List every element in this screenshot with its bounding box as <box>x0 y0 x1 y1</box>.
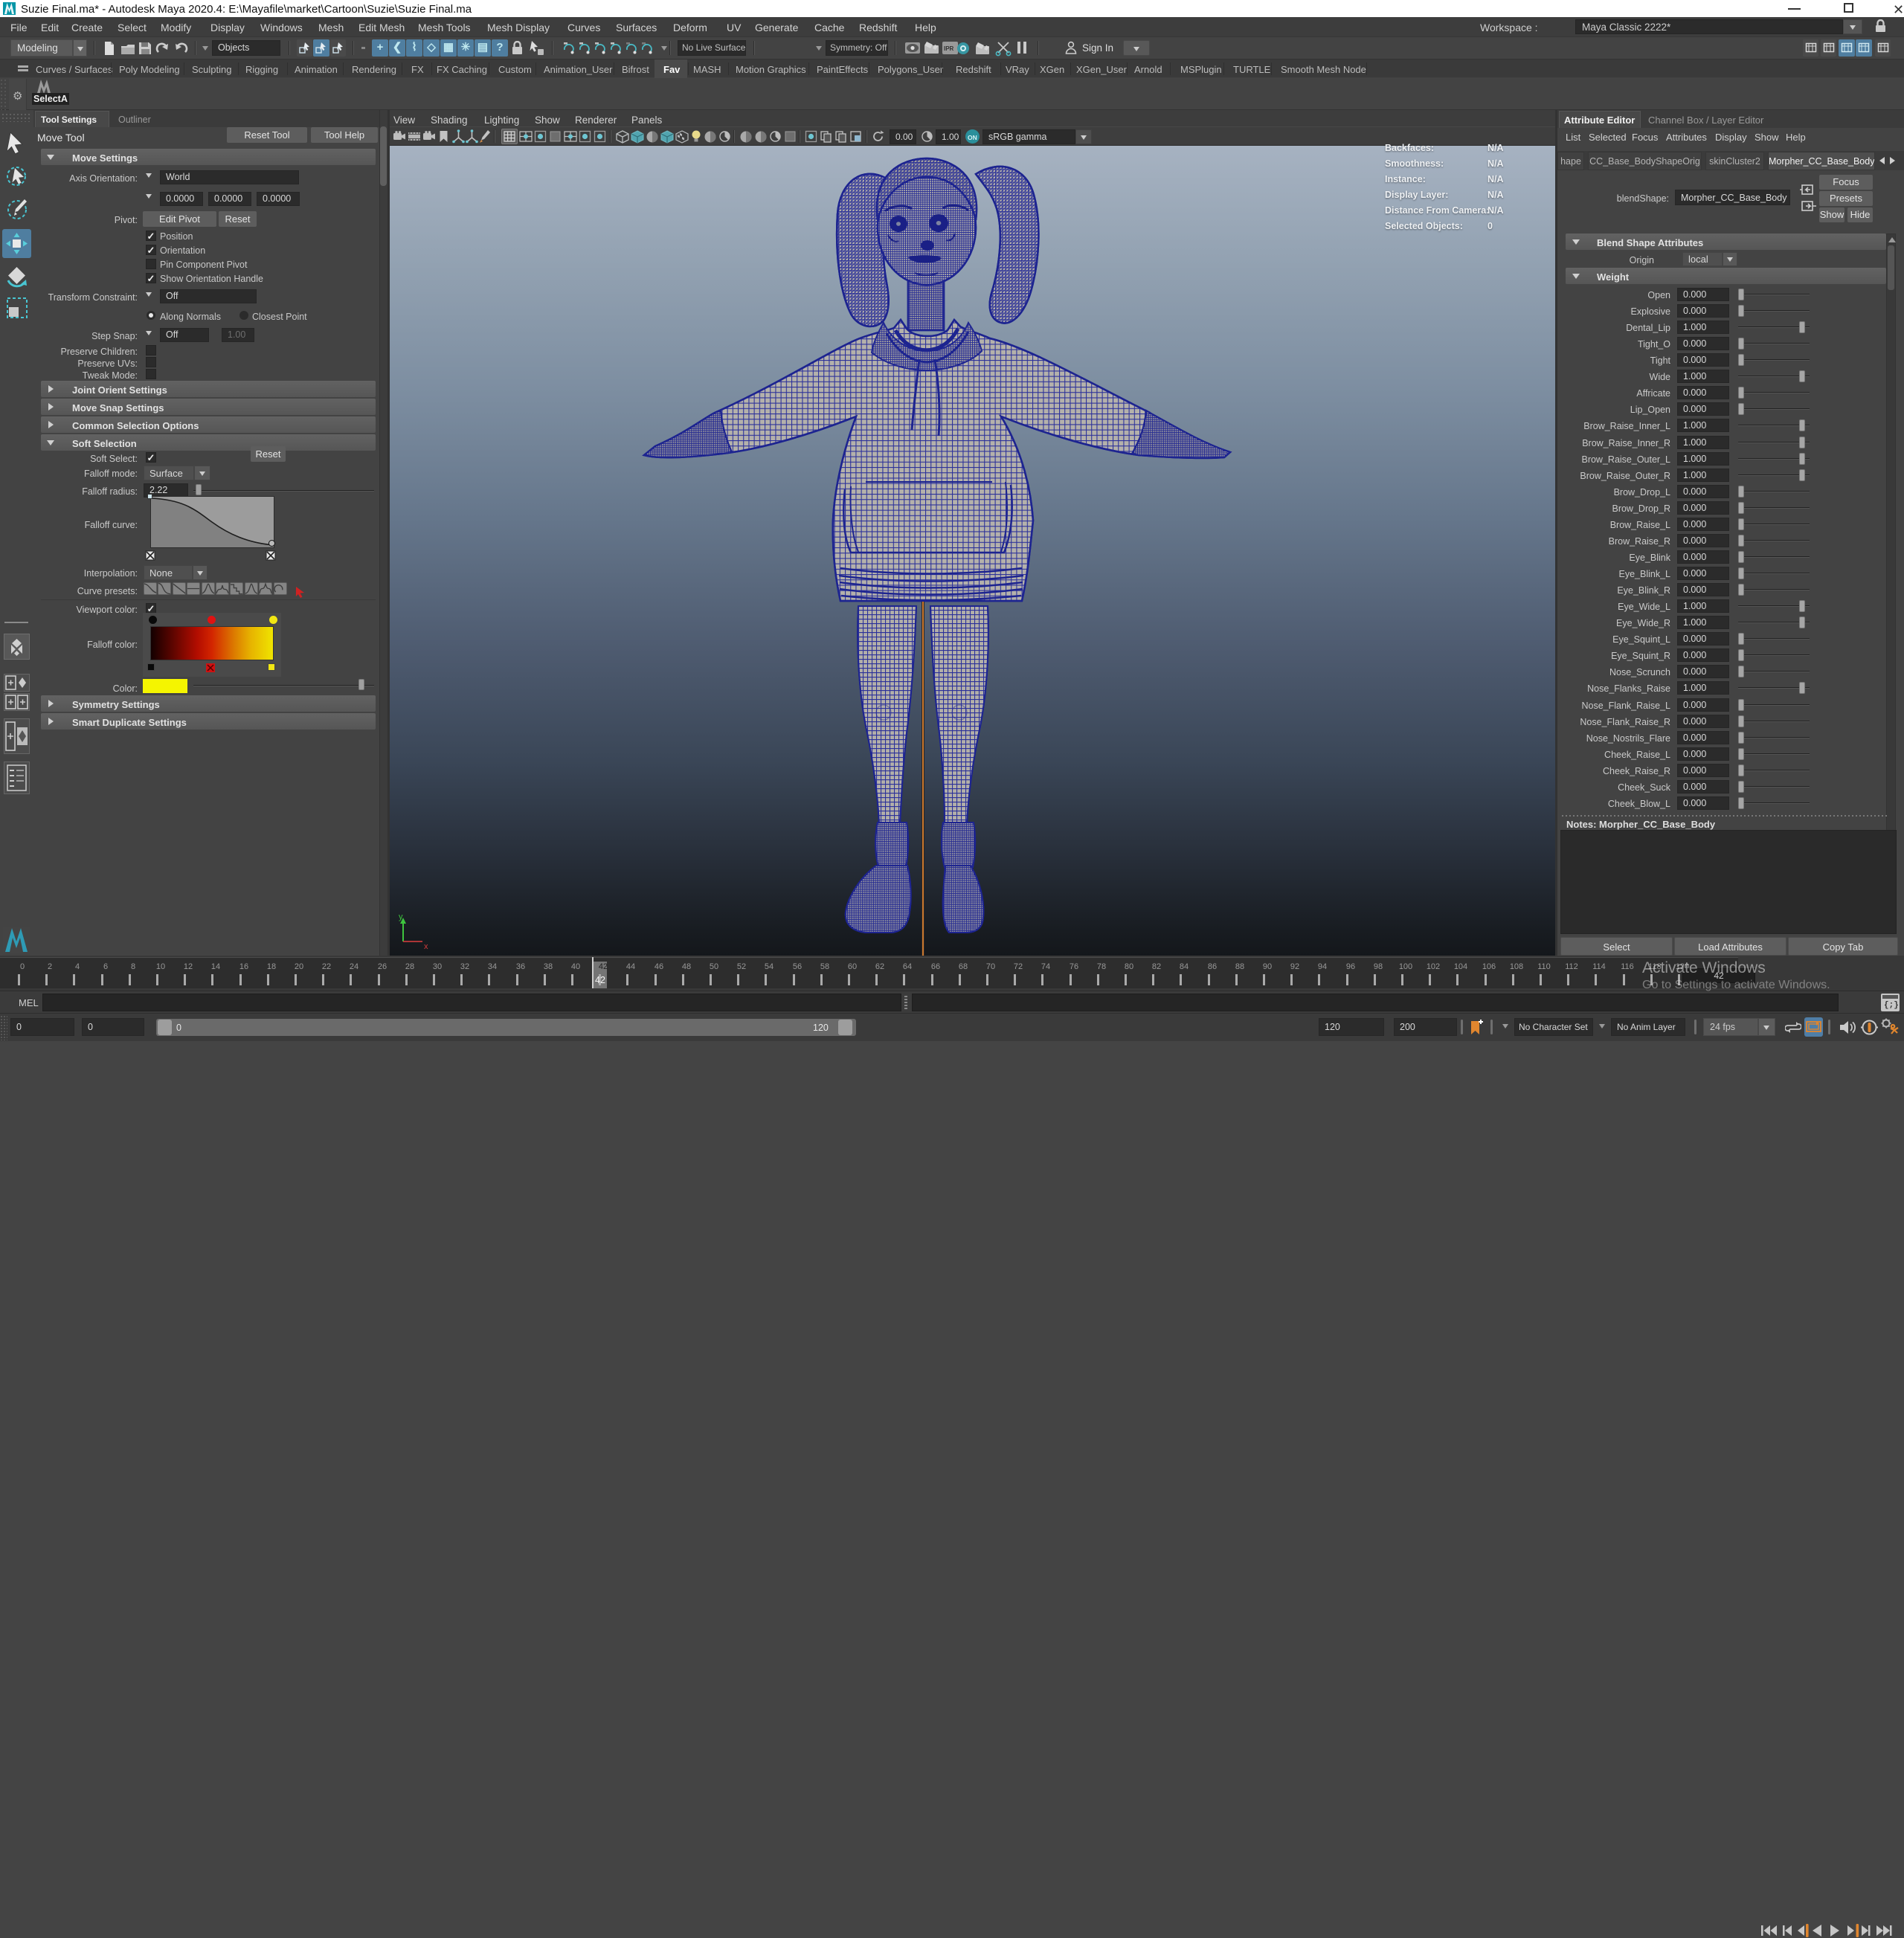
svg-text:y: y <box>399 912 403 921</box>
svg-text:x: x <box>424 942 428 950</box>
svg-text:{;}: {;} <box>1884 1001 1899 1010</box>
svg-text:IPR: IPR <box>944 45 954 52</box>
